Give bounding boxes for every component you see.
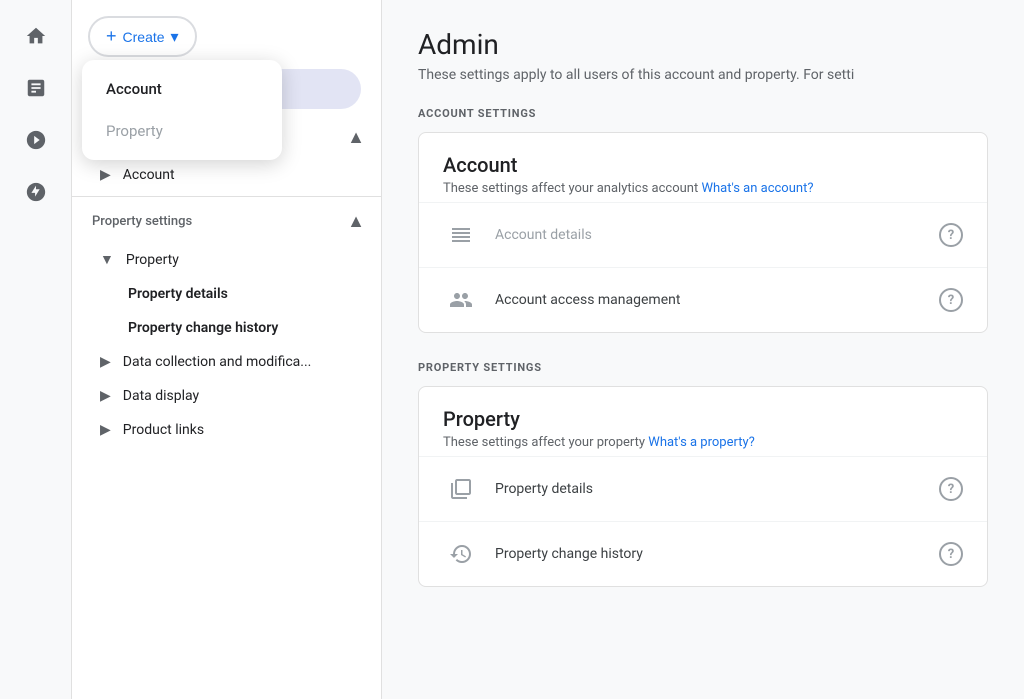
property-settings-section-label: PROPERTY SETTINGS — [418, 361, 988, 374]
home-nav-item[interactable] — [12, 12, 60, 60]
icon-navigation — [0, 0, 72, 699]
property-history-help-icon[interactable]: ? — [939, 542, 963, 566]
nav-divider — [72, 196, 381, 197]
property-settings-chevron: ▲ — [347, 211, 365, 232]
account-access-row-icon — [443, 282, 479, 318]
property-details-label: Property details — [495, 481, 939, 497]
account-card-title: Account — [443, 153, 963, 177]
data-display-label: Data display — [123, 388, 199, 404]
property-nav-item[interactable]: ▼ Property — [72, 242, 381, 277]
property-history-icon — [449, 542, 473, 566]
explore-nav-item[interactable] — [12, 116, 60, 164]
account-details-label: Account details — [495, 227, 939, 243]
reports-nav-item[interactable] — [12, 64, 60, 112]
account-settings-chevron: ▲ — [347, 127, 365, 148]
data-collection-expand-arrow: ▶ — [100, 354, 111, 370]
account-details-row-icon — [443, 217, 479, 253]
home-icon — [25, 25, 47, 47]
create-label: Create — [123, 29, 165, 45]
property-details-nav-item[interactable]: Property details — [72, 277, 381, 311]
account-settings-card: Account These settings affect your analy… — [418, 132, 988, 333]
whats-account-link[interactable]: What's an account? — [701, 181, 813, 196]
page-title: Admin — [418, 28, 988, 61]
property-details-row[interactable]: Property details ? — [419, 456, 987, 521]
advertising-icon — [25, 181, 47, 203]
create-button[interactable]: + Create ▾ — [88, 16, 197, 57]
product-links-nav-item[interactable]: ▶ Product links — [72, 413, 381, 447]
data-display-nav-item[interactable]: ▶ Data display — [72, 379, 381, 413]
property-item-label: Property — [126, 252, 179, 268]
account-details-icon — [449, 223, 473, 247]
product-links-expand-arrow: ▶ — [100, 422, 111, 438]
property-card-title: Property — [443, 407, 963, 431]
product-links-label: Product links — [123, 422, 204, 438]
property-details-help-icon[interactable]: ? — [939, 477, 963, 501]
data-collection-label: Data collection and modifica... — [123, 354, 312, 370]
property-history-row[interactable]: Property change history ? — [419, 521, 987, 586]
create-dropdown: Account Property — [82, 60, 282, 160]
data-collection-nav-item[interactable]: ▶ Data collection and modifica... — [72, 345, 381, 379]
account-card-header: Account These settings affect your analy… — [419, 133, 987, 202]
account-access-label: Account access management — [495, 292, 939, 308]
account-access-row[interactable]: Account access management ? — [419, 267, 987, 332]
account-card-desc: These settings affect your analytics acc… — [443, 181, 963, 196]
data-display-expand-arrow: ▶ — [100, 388, 111, 404]
advertising-nav-item[interactable] — [12, 168, 60, 216]
account-settings-section-label: ACCOUNT SETTINGS — [418, 107, 988, 120]
plus-icon: + — [106, 26, 117, 47]
account-details-row[interactable]: Account details ? — [419, 202, 987, 267]
account-expand-arrow: ▶ — [100, 167, 111, 183]
reports-icon — [25, 77, 47, 99]
property-settings-header[interactable]: Property settings ▲ — [72, 201, 381, 242]
page-subtitle: These settings apply to all users of thi… — [418, 67, 988, 83]
sidebar: + Create ▾ Account Property Account sett… — [72, 0, 382, 699]
account-details-help-icon[interactable]: ? — [939, 223, 963, 247]
property-card-desc: These settings affect your property What… — [443, 435, 963, 450]
property-settings-card: Property These settings affect your prop… — [418, 386, 988, 587]
property-history-row-icon — [443, 536, 479, 572]
property-change-history-nav-item[interactable]: Property change history — [72, 311, 381, 345]
property-details-row-icon — [443, 471, 479, 507]
account-nav-item[interactable]: ▶ Account — [72, 158, 381, 192]
property-settings-label: Property settings — [92, 214, 192, 229]
dropdown-account-item[interactable]: Account — [82, 68, 282, 110]
sidebar-header: + Create ▾ — [72, 0, 381, 69]
account-access-icon — [449, 288, 473, 312]
whats-property-link[interactable]: What's a property? — [648, 435, 754, 450]
property-history-label: Property change history — [495, 546, 939, 562]
chevron-down-icon: ▾ — [171, 27, 179, 47]
property-card-header: Property These settings affect your prop… — [419, 387, 987, 456]
dropdown-property-item[interactable]: Property — [82, 110, 282, 152]
explore-icon — [25, 129, 47, 151]
property-settings-section: Property settings ▲ ▼ Property Property … — [72, 201, 381, 447]
main-content: Admin These settings apply to all users … — [382, 0, 1024, 699]
account-access-help-icon[interactable]: ? — [939, 288, 963, 312]
property-details-icon — [449, 477, 473, 501]
property-expand-arrow: ▼ — [100, 251, 114, 268]
account-item-label: Account — [123, 167, 175, 183]
